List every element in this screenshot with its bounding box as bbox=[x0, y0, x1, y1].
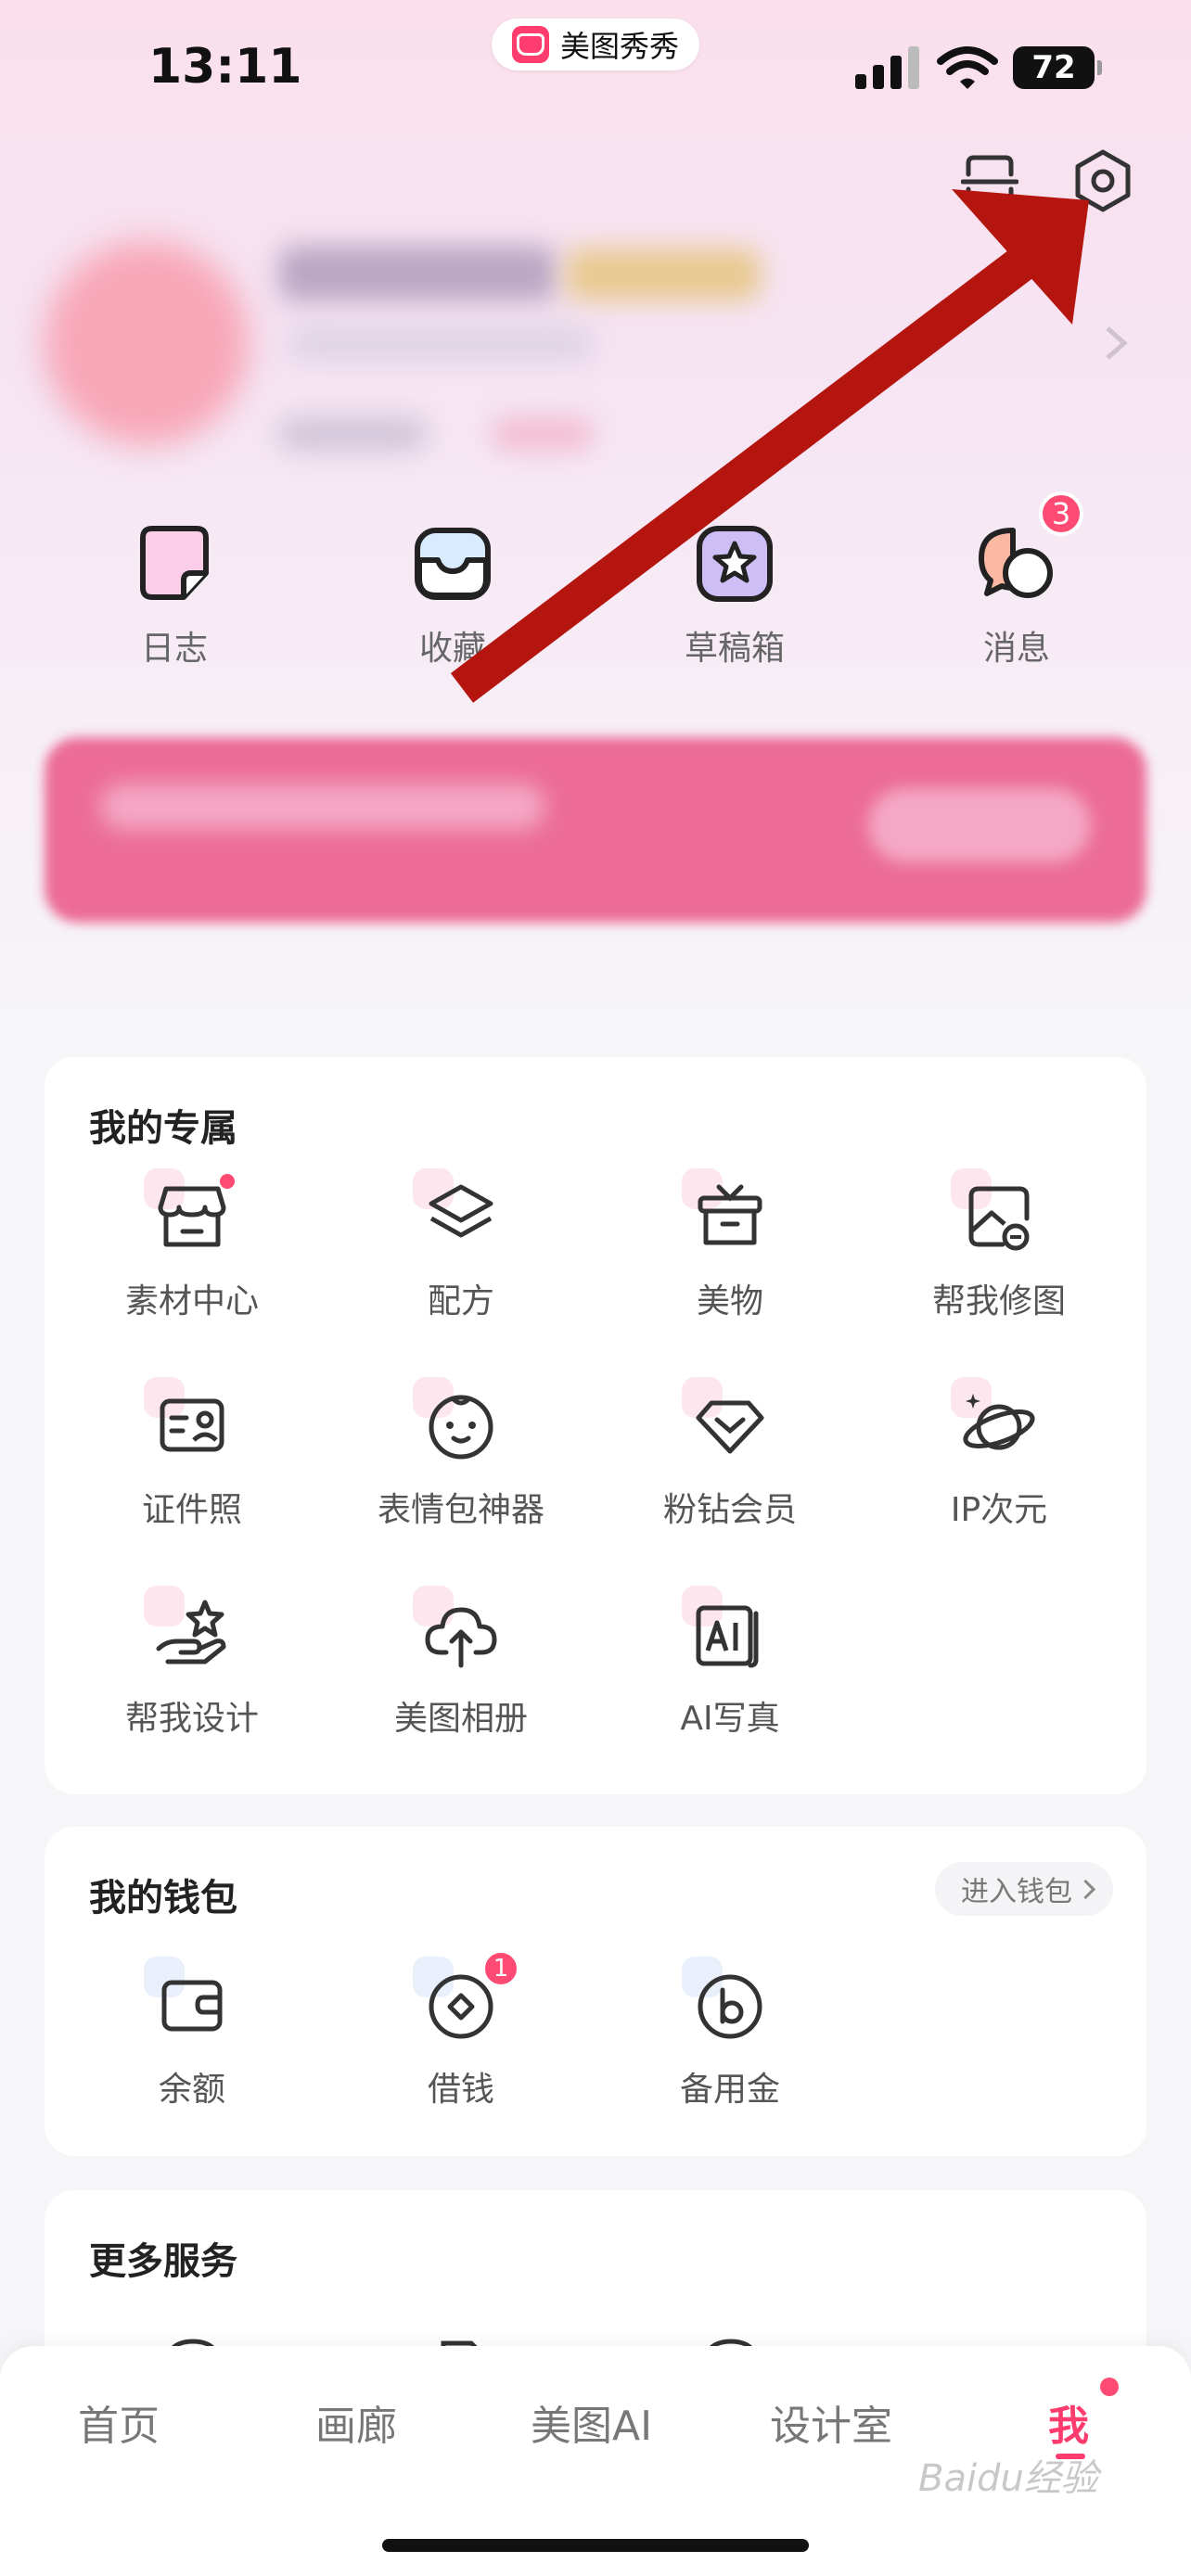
quick-label: 草稿箱 bbox=[684, 630, 785, 668]
grid-label: 备用金 bbox=[679, 2071, 780, 2109]
avatar[interactable] bbox=[45, 241, 249, 445]
grid-item-balance[interactable]: 余额 bbox=[58, 1957, 327, 2111]
layers-icon bbox=[413, 1168, 509, 1265]
quick-messages[interactable]: 3 消息 bbox=[924, 491, 1109, 670]
app-name: 美图秀秀 bbox=[560, 29, 680, 64]
settings-gear-icon[interactable] bbox=[1070, 148, 1135, 213]
wallet-card: 我的钱包 进入钱包 余额 1 借钱 备用金 bbox=[45, 1827, 1146, 2156]
grid-label: AI写真 bbox=[680, 1700, 780, 1738]
grid-label: 表情包神器 bbox=[377, 1491, 544, 1529]
grid-item-ip-dimension[interactable]: IP次元 bbox=[864, 1377, 1133, 1531]
hand-star-icon bbox=[144, 1586, 240, 1682]
diary-icon bbox=[130, 519, 219, 608]
id-photo-icon bbox=[144, 1377, 240, 1473]
status-bar: 13:11 美图秀秀 72 bbox=[0, 0, 1191, 139]
stats-blurred bbox=[278, 417, 427, 451]
status-time: 13:11 bbox=[148, 39, 302, 95]
meitu-logo-icon bbox=[512, 26, 549, 63]
wifi-icon bbox=[937, 46, 998, 89]
tab-me[interactable]: 我 bbox=[1048, 2392, 1089, 2452]
chevron-right-icon[interactable] bbox=[1102, 325, 1130, 362]
gift-box-icon bbox=[682, 1168, 778, 1265]
tab-meitu-ai[interactable]: 美图AI bbox=[531, 2392, 652, 2452]
cellular-signal-icon bbox=[855, 46, 919, 89]
grid-label: 帮我设计 bbox=[124, 1700, 259, 1738]
grid-label: 美物 bbox=[696, 1282, 763, 1320]
bio-blurred bbox=[288, 325, 594, 362]
tab-home[interactable]: 首页 bbox=[78, 2392, 160, 2452]
grid-label: 素材中心 bbox=[124, 1282, 259, 1320]
reserve-fund-icon bbox=[682, 1957, 778, 2053]
stats-blurred-2 bbox=[492, 417, 594, 451]
grid-item-recipe[interactable]: 配方 bbox=[327, 1168, 596, 1322]
grid-item-id-photo[interactable]: 证件照 bbox=[58, 1377, 327, 1531]
quick-actions-row: 日志 收藏 草稿箱 3 消息 bbox=[0, 491, 1191, 686]
grid-item-pink-diamond[interactable]: 粉钻会员 bbox=[596, 1377, 864, 1531]
app-indicator-pill[interactable]: 美图秀秀 bbox=[492, 19, 700, 70]
scan-icon[interactable] bbox=[961, 154, 1018, 208]
battery-indicator: 72 bbox=[1013, 46, 1102, 89]
watermark: Baidu经验 bbox=[918, 2457, 1098, 2500]
section-title: 我的专属 bbox=[89, 1107, 237, 1150]
grid-item-material-center[interactable]: 素材中心 bbox=[58, 1168, 327, 1322]
quick-drafts[interactable]: 草稿箱 bbox=[642, 519, 827, 670]
loan-badge: 1 bbox=[481, 1949, 520, 1988]
grid-label: 余额 bbox=[158, 2071, 225, 2109]
loan-icon: 1 bbox=[413, 1949, 520, 2053]
tab-gallery[interactable]: 画廊 bbox=[315, 2392, 397, 2452]
grid-item-borrow[interactable]: 1 借钱 bbox=[327, 1949, 596, 2111]
wallet-icon bbox=[144, 1957, 240, 2053]
quick-label: 日志 bbox=[140, 630, 208, 668]
grid-label: IP次元 bbox=[950, 1491, 1048, 1529]
grid-label: 借钱 bbox=[427, 2071, 494, 2109]
ai-photo-icon bbox=[682, 1586, 778, 1682]
vip-banner-blurred[interactable] bbox=[45, 737, 1146, 923]
vip-tag-blurred bbox=[566, 249, 761, 300]
store-icon bbox=[144, 1168, 240, 1265]
grid-label: 美图相册 bbox=[393, 1700, 528, 1738]
new-dot bbox=[220, 1174, 235, 1189]
section-title: 更多服务 bbox=[89, 2240, 237, 2283]
diamond-icon bbox=[682, 1377, 778, 1473]
username-blurred bbox=[278, 246, 557, 301]
grid-label: 配方 bbox=[427, 1282, 494, 1320]
quick-label: 收藏 bbox=[418, 630, 486, 668]
grid-item-help-design[interactable]: 帮我设计 bbox=[58, 1586, 327, 1740]
baby-face-icon bbox=[413, 1377, 509, 1473]
tab-design-studio[interactable]: 设计室 bbox=[770, 2392, 892, 2452]
grid-label: 帮我修图 bbox=[931, 1282, 1066, 1320]
me-tab-dot bbox=[1100, 2378, 1119, 2396]
quick-label: 消息 bbox=[982, 630, 1050, 668]
messages-icon: 3 bbox=[972, 491, 1083, 608]
grid-item-ai-portrait[interactable]: AI写真 bbox=[596, 1586, 864, 1740]
drafts-icon bbox=[690, 519, 779, 608]
grid-label: 证件照 bbox=[141, 1491, 242, 1529]
enter-wallet-button[interactable]: 进入钱包 bbox=[935, 1862, 1113, 1916]
grid-item-reserve-fund[interactable]: 备用金 bbox=[596, 1957, 864, 2111]
section-title: 我的钱包 bbox=[89, 1877, 237, 1919]
cloud-upload-icon bbox=[413, 1586, 509, 1682]
exclusive-card: 我的专属 素材中心 配方 美物 帮我修图 证件照 表情包神器 粉钻会员 IP次元… bbox=[45, 1057, 1146, 1794]
home-indicator[interactable] bbox=[382, 2539, 809, 2552]
favorites-icon bbox=[408, 519, 497, 608]
image-edit-icon bbox=[951, 1168, 1047, 1265]
message-count-badge: 3 bbox=[1039, 491, 1083, 536]
quick-diary[interactable]: 日志 bbox=[82, 519, 267, 670]
quick-favorites[interactable]: 收藏 bbox=[360, 519, 545, 670]
grid-label: 粉钻会员 bbox=[662, 1491, 797, 1529]
planet-icon bbox=[951, 1377, 1047, 1473]
grid-item-help-retouch[interactable]: 帮我修图 bbox=[864, 1168, 1133, 1322]
grid-item-goods[interactable]: 美物 bbox=[596, 1168, 864, 1322]
grid-item-sticker-maker[interactable]: 表情包神器 bbox=[327, 1377, 596, 1531]
grid-item-meitu-album[interactable]: 美图相册 bbox=[327, 1586, 596, 1740]
